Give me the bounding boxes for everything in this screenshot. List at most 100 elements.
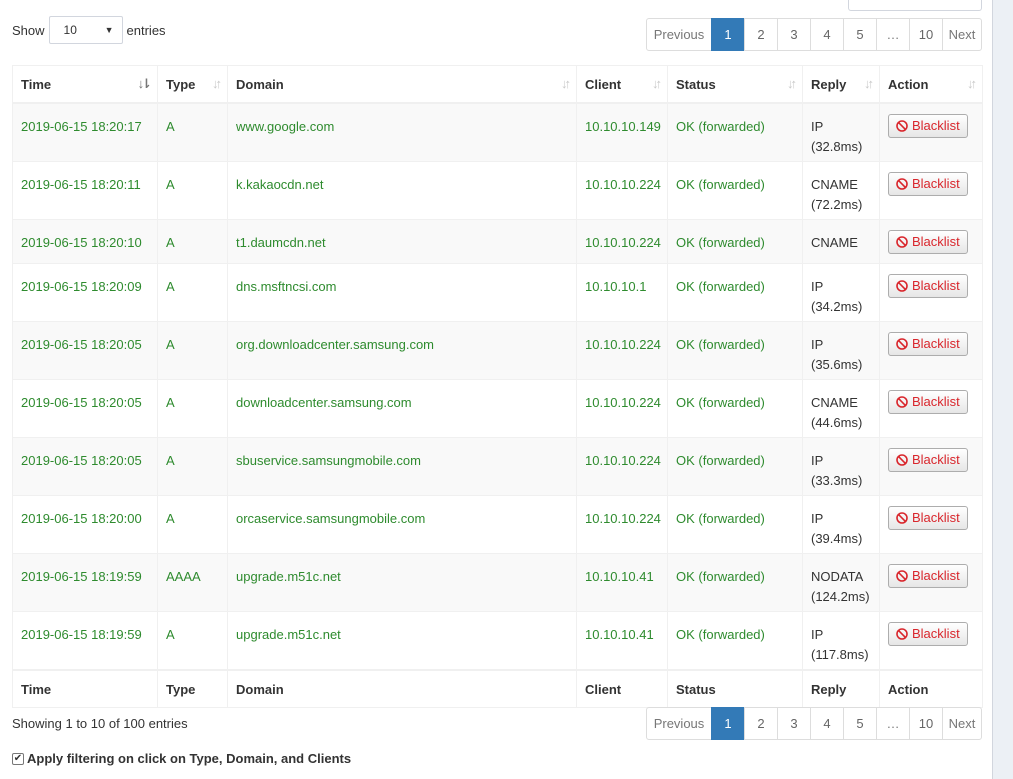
reply-time: (34.2ms) (811, 299, 863, 314)
pagination-page-last[interactable]: 10 (909, 18, 943, 51)
cell-time: 2019-06-15 18:20:05 (12, 379, 158, 438)
reply-time: (32.8ms) (811, 139, 863, 154)
cell-client[interactable]: 10.10.10.224 (576, 495, 668, 554)
blacklist-button[interactable]: Blacklist (888, 390, 968, 414)
cell-domain[interactable]: org.downloadcenter.samsung.com (227, 321, 577, 380)
cell-type[interactable]: A (157, 102, 228, 162)
pagination-page-5[interactable]: 5 (843, 707, 877, 740)
cell-domain[interactable]: www.google.com (227, 102, 577, 162)
pagination-previous-button[interactable]: Previous (646, 707, 712, 740)
cell-client[interactable]: 10.10.10.224 (576, 379, 668, 438)
column-header-type[interactable]: Type ↓↑ (157, 65, 228, 104)
cell-domain[interactable]: t1.daumcdn.net (227, 219, 577, 264)
blacklist-button[interactable]: Blacklist (888, 274, 968, 298)
cell-client[interactable]: 10.10.10.41 (576, 553, 668, 612)
pagination-page-4[interactable]: 4 (810, 18, 844, 51)
cell-type[interactable]: A (157, 379, 228, 438)
reply-type: IP (811, 279, 824, 294)
pagination-page-3[interactable]: 3 (777, 18, 811, 51)
entries-length-control: Show 10 ▼ entries (12, 16, 166, 44)
cell-domain[interactable]: dns.msftncsi.com (227, 263, 577, 322)
cell-time: 2019-06-15 18:19:59 (12, 553, 158, 612)
caret-down-icon: ▼ (104, 25, 114, 35)
search-input[interactable] (848, 0, 982, 11)
blacklist-button[interactable]: Blacklist (888, 230, 968, 254)
cell-status: OK (forwarded) (667, 321, 803, 380)
cell-action: Blacklist (879, 553, 983, 612)
cell-type[interactable]: A (157, 321, 228, 380)
pagination-page-1[interactable]: 1 (711, 18, 745, 51)
blacklist-button[interactable]: Blacklist (888, 564, 968, 588)
cell-time: 2019-06-15 18:20:11 (12, 161, 158, 220)
column-header-status[interactable]: Status ↓↑ (667, 65, 803, 104)
cell-action: Blacklist (879, 611, 983, 671)
column-header-time[interactable]: Time ↓⇂ (12, 65, 158, 104)
cell-client[interactable]: 10.10.10.224 (576, 437, 668, 496)
cell-client[interactable]: 10.10.10.224 (576, 321, 668, 380)
cell-action: Blacklist (879, 102, 983, 162)
blacklist-button-label: Blacklist (912, 510, 960, 525)
blacklist-button[interactable]: Blacklist (888, 332, 968, 356)
page-scroll-gutter[interactable] (992, 0, 1013, 779)
cell-client[interactable]: 10.10.10.1 (576, 263, 668, 322)
table-row: 2019-06-15 18:20:11 Ak.kakaocdn.net 10.10.… (12, 161, 983, 220)
cell-type[interactable]: A (157, 495, 228, 554)
cell-type[interactable]: A (157, 161, 228, 220)
cell-domain[interactable]: upgrade.m51c.net (227, 611, 577, 671)
cell-client[interactable]: 10.10.10.224 (576, 219, 668, 264)
pagination-page-4[interactable]: 4 (810, 707, 844, 740)
pagination-page-2[interactable]: 2 (744, 18, 778, 51)
cell-type[interactable]: A (157, 611, 228, 671)
pagination-previous-button[interactable]: Previous (646, 18, 712, 51)
blacklist-button[interactable]: Blacklist (888, 622, 968, 646)
pagination-ellipsis: … (876, 18, 910, 51)
cell-reply: IP (117.8ms) (802, 611, 880, 671)
cell-domain[interactable]: downloadcenter.samsung.com (227, 379, 577, 438)
table-header-row: Time ↓⇂ Type ↓↑ Domain ↓↑ Client ↓↑ Status ↓↑… (12, 65, 983, 104)
pagination-next-button[interactable]: Next (942, 18, 982, 51)
pagination-page-last[interactable]: 10 (909, 707, 943, 740)
cell-client[interactable]: 10.10.10.149 (576, 102, 668, 162)
pagination-page-3[interactable]: 3 (777, 707, 811, 740)
cell-type[interactable]: A (157, 437, 228, 496)
reply-time: (33.3ms) (811, 473, 863, 488)
cell-type[interactable]: A (157, 219, 228, 264)
cell-client[interactable]: 10.10.10.41 (576, 611, 668, 671)
cell-type[interactable]: A (157, 263, 228, 322)
pagination-next-button[interactable]: Next (942, 707, 982, 740)
cell-domain[interactable]: upgrade.m51c.net (227, 553, 577, 612)
cell-status: OK (forwarded) (667, 437, 803, 496)
column-header-reply[interactable]: Reply ↓↑ (802, 65, 880, 104)
column-header-domain[interactable]: Domain ↓↑ (227, 65, 577, 104)
apply-filtering-checkbox[interactable]: ✔ (12, 752, 24, 765)
reply-type: NODATA (811, 569, 864, 584)
footer-client: Client (576, 669, 668, 708)
footer-time: Time (12, 669, 158, 708)
cell-domain[interactable]: sbuservice.samsungmobile.com (227, 437, 577, 496)
cell-type[interactable]: AAAA (157, 553, 228, 612)
sort-icon: ↓↑ (967, 76, 977, 91)
apply-filtering-label[interactable]: Apply filtering on click on Type, Domain… (27, 751, 351, 766)
blacklist-button[interactable]: Blacklist (888, 114, 968, 138)
entries-length-select[interactable]: 10 ▼ (48, 16, 123, 44)
cell-client[interactable]: 10.10.10.224 (576, 161, 668, 220)
footer-action: Action (879, 669, 983, 708)
column-header-action[interactable]: Action ↓↑ (879, 65, 983, 104)
pagination-page-1[interactable]: 1 (711, 707, 745, 740)
cell-status: OK (forwarded) (667, 161, 803, 220)
pagination-page-2[interactable]: 2 (744, 707, 778, 740)
cell-domain[interactable]: orcaservice.samsungmobile.com (227, 495, 577, 554)
cell-domain[interactable]: k.kakaocdn.net (227, 161, 577, 220)
blacklist-button[interactable]: Blacklist (888, 506, 968, 530)
blacklist-button-label: Blacklist (912, 394, 960, 409)
sort-icon: ↓↑ (212, 76, 222, 91)
blacklist-button[interactable]: Blacklist (888, 172, 968, 196)
column-header-client[interactable]: Client ↓↑ (576, 65, 668, 104)
pagination-page-5[interactable]: 5 (843, 18, 877, 51)
cell-status: OK (forwarded) (667, 553, 803, 612)
reply-type: CNAME (811, 177, 858, 192)
blacklist-button[interactable]: Blacklist (888, 448, 968, 472)
reply-time: (39.4ms) (811, 531, 863, 546)
cell-action: Blacklist (879, 161, 983, 220)
length-prefix: Show (12, 22, 45, 38)
